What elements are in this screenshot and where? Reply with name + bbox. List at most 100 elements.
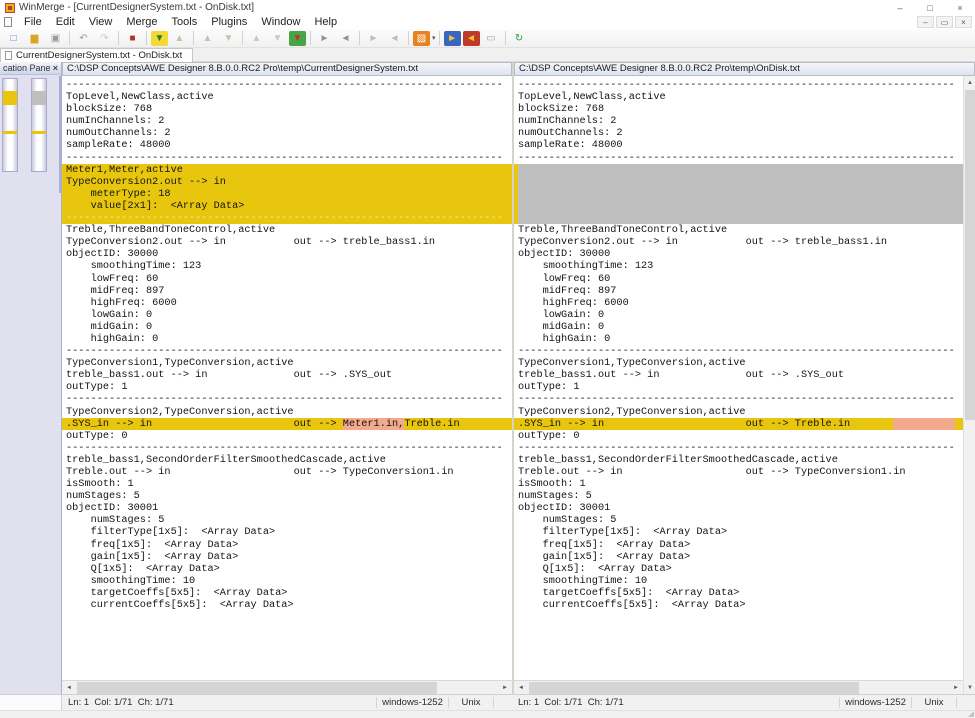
code-line: ----------------------------------------… [514,442,963,454]
chevron-down-icon[interactable]: ▾ [432,34,436,42]
scroll-left-icon[interactable]: ◄ [62,681,76,694]
left-horizontal-scrollbar[interactable]: ◄ ► [62,680,512,694]
vertical-scrollbar[interactable]: ▲ ▼ [963,76,975,694]
toolbar: □▆▣↶↷■▼▲▲▼▲▼▼►◄►◄▨▾►◄▭↻ [0,29,975,48]
options-icon: ■ [129,33,135,44]
code-line: smoothingTime: 10 [514,575,963,587]
copy-right-and-advance-button[interactable]: ► [364,30,383,47]
save-icon: ▣ [51,33,60,44]
toolbar-separator [69,31,70,45]
mdi-window-controls: – ▭ × [915,16,972,28]
close-button[interactable]: × [945,0,975,15]
new-button[interactable]: □ [4,30,23,47]
copy-left-button[interactable]: ◄ [336,30,355,47]
redo-button[interactable]: ↷ [95,30,114,47]
undo-button[interactable]: ↶ [74,30,93,47]
scroll-down-icon[interactable]: ▼ [964,681,975,694]
menu-edit[interactable]: Edit [49,16,82,28]
winmerge-window: WinMerge - [CurrentDesignerSystem.txt - … [0,0,975,718]
tab-bar: CurrentDesignerSystem.txt - OnDisk.txt [0,48,975,62]
copy-right-button[interactable]: ► [315,30,334,47]
menu-help[interactable]: Help [307,16,344,28]
code-line: filterType[1x5]: <Array Data> [514,526,963,538]
minimize-button[interactable]: – [885,0,915,15]
copy-left-and-advance-button[interactable]: ◄ [385,30,404,47]
winmerge-app-icon [5,3,15,13]
previous-inline-difference-button[interactable]: ▲ [247,30,266,47]
redo-icon: ↷ [100,33,108,44]
next-difference-icon: ▼ [155,33,165,44]
location-map[interactable] [0,75,61,694]
menu-items: FileEditViewMergeToolsPluginsWindowHelp [17,15,344,29]
code-line: ----------------------------------------… [62,152,512,164]
menu-window[interactable]: Window [254,16,307,28]
maximize-button[interactable]: □ [915,0,945,15]
code-line: Treble,ThreeBandToneControl,active [62,224,512,236]
toolbar-separator [310,31,311,45]
copy-right-and-advance-icon: ► [369,33,379,44]
scroll-right-icon[interactable]: ► [498,681,512,694]
close-icon[interactable]: × [53,63,58,73]
location-bar-right[interactable] [31,78,47,172]
location-bar-left[interactable] [2,78,18,172]
last-difference-icon: ▼ [224,33,234,44]
menu-tools[interactable]: Tools [165,16,205,28]
code-line: lowFreq: 60 [514,273,963,285]
current-difference-button[interactable]: ▼ [289,31,306,46]
eol-label: Unix [448,697,494,708]
menu-view[interactable]: View [82,16,120,28]
scroll-up-icon[interactable]: ▲ [964,76,975,89]
code-line: objectID: 30001 [514,502,963,514]
code-line: TypeConversion2.out --> in out --> trebl… [62,236,512,248]
next-difference-button[interactable]: ▼ [151,31,168,46]
menu-merge[interactable]: Merge [119,16,164,28]
copy-all-left-button[interactable]: ◄ [463,31,480,46]
right-horizontal-scrollbar[interactable]: ◄ ► [514,680,963,694]
right-file-content[interactable]: ----------------------------------------… [514,76,963,680]
mdi-close-button[interactable]: × [955,16,972,28]
open-icon: ▆ [31,33,39,44]
auto-merge-button[interactable]: ▨ [413,31,430,46]
app-status-bar: ◢ [0,710,975,718]
scrollbar-thumb[interactable] [965,90,975,420]
code-line: Treble,ThreeBandToneControl,active [514,224,963,236]
compare-method-button[interactable]: ▭ [482,30,501,47]
code-line: gain[1x5]: <Array Data> [514,551,963,563]
location-pane-title: cation Pane [3,63,51,73]
scrollbar-thumb[interactable] [77,682,437,694]
scroll-left-icon[interactable]: ◄ [514,681,528,694]
copy-left-and-advance-icon: ◄ [390,33,400,44]
menu-file[interactable]: File [17,16,49,28]
tab-compare[interactable]: CurrentDesignerSystem.txt - OnDisk.txt [0,48,193,62]
ghost-marker [32,91,46,105]
menu-plugins[interactable]: Plugins [204,16,254,28]
scrollbar-thumb[interactable] [529,682,859,694]
mdi-restore-button[interactable]: ▭ [936,16,953,28]
code-line: TypeConversion2.out --> in [62,176,512,188]
code-line: numStages: 5 [62,490,512,502]
previous-difference-icon: ▲ [175,33,185,44]
first-difference-button[interactable]: ▲ [198,30,217,47]
code-line [514,200,963,212]
code-line: TypeConversion1,TypeConversion,active [62,357,512,369]
refresh-button[interactable]: ↻ [510,30,529,47]
copy-all-right-button[interactable]: ► [444,31,461,46]
encoding-label: windows-1252 [376,697,448,708]
next-inline-difference-button[interactable]: ▼ [268,30,287,47]
left-pane-status: Ln: 1 Col: 1/71 Ch: 1/71 windows-1252 Un… [62,695,512,710]
code-line [514,164,963,176]
open-button[interactable]: ▆ [25,30,44,47]
copy-all-right-icon: ► [447,33,457,44]
left-file-content[interactable]: ----------------------------------------… [62,76,512,680]
code-line: currentCoeffs[5x5]: <Array Data> [62,599,512,611]
options-button[interactable]: ■ [123,30,142,47]
previous-inline-difference-icon: ▲ [252,33,262,44]
previous-difference-button[interactable]: ▲ [170,30,189,47]
right-pane-status: Ln: 1 Col: 1/71 Ch: 1/71 windows-1252 Un… [512,695,975,710]
save-button[interactable]: ▣ [46,30,65,47]
last-difference-button[interactable]: ▼ [219,30,238,47]
copy-right-icon: ► [320,33,330,44]
compare-method-icon: ▭ [486,33,495,44]
scroll-right-icon[interactable]: ► [949,681,963,694]
mdi-minimize-button[interactable]: – [917,16,934,28]
